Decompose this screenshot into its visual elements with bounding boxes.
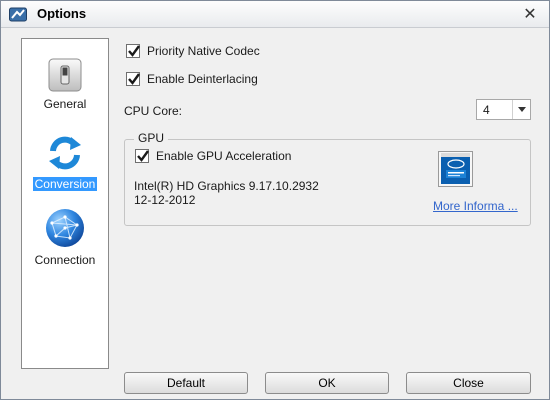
enable-deinterlacing-label: Enable Deinterlacing [147,72,258,86]
enable-gpu-acceleration-option: Enable GPU Acceleration [135,149,291,163]
cpu-core-value: 4 [483,103,490,117]
check-icon [128,45,140,57]
dropdown-button[interactable] [512,100,530,119]
sidebar-item-connection[interactable]: Connection [22,207,108,267]
title-bar[interactable]: Options ✕ [1,1,549,28]
switch-icon [48,58,82,92]
sidebar-item-label: Connection [34,253,96,267]
chevron-down-icon [518,107,526,112]
sidebar-item-label: General [43,97,87,111]
options-window: Options ✕ General Conversion Connection … [0,0,550,400]
gpu-group-label: GPU [134,131,169,145]
sidebar-item-label: Conversion [32,177,98,191]
sidebar-item-general[interactable]: General [22,57,108,111]
gpu-driver-date: 12-12-2012 [134,193,196,207]
close-icon[interactable]: ✕ [521,5,539,23]
close-button[interactable]: Close [406,372,531,394]
priority-native-codec-checkbox[interactable] [126,44,140,58]
app-icon [9,7,27,22]
check-icon [137,150,149,162]
cpu-core-select[interactable]: 4 [476,99,531,120]
more-information-link[interactable]: More Informa ... [433,199,518,213]
intel-core-badge-icon [438,151,473,187]
enable-gpu-acceleration-checkbox[interactable] [135,149,149,163]
category-sidebar: General Conversion Connection [21,38,109,369]
sidebar-item-conversion[interactable]: Conversion [22,133,108,191]
priority-native-codec-label: Priority Native Codec [147,44,260,58]
cpu-core-label: CPU Core: [124,104,183,118]
enable-deinterlacing-option: Enable Deinterlacing [126,72,258,86]
enable-gpu-acceleration-label: Enable GPU Acceleration [156,149,292,163]
refresh-arrows-icon [49,136,81,170]
default-button[interactable]: Default [124,372,248,394]
globe-network-icon [46,209,84,247]
priority-native-codec-option: Priority Native Codec [126,44,260,58]
check-icon [128,73,140,85]
window-title: Options [37,6,87,21]
gpu-device-name: Intel(R) HD Graphics 9.17.10.2932 [134,179,319,193]
enable-deinterlacing-checkbox[interactable] [126,72,140,86]
ok-button[interactable]: OK [265,372,389,394]
